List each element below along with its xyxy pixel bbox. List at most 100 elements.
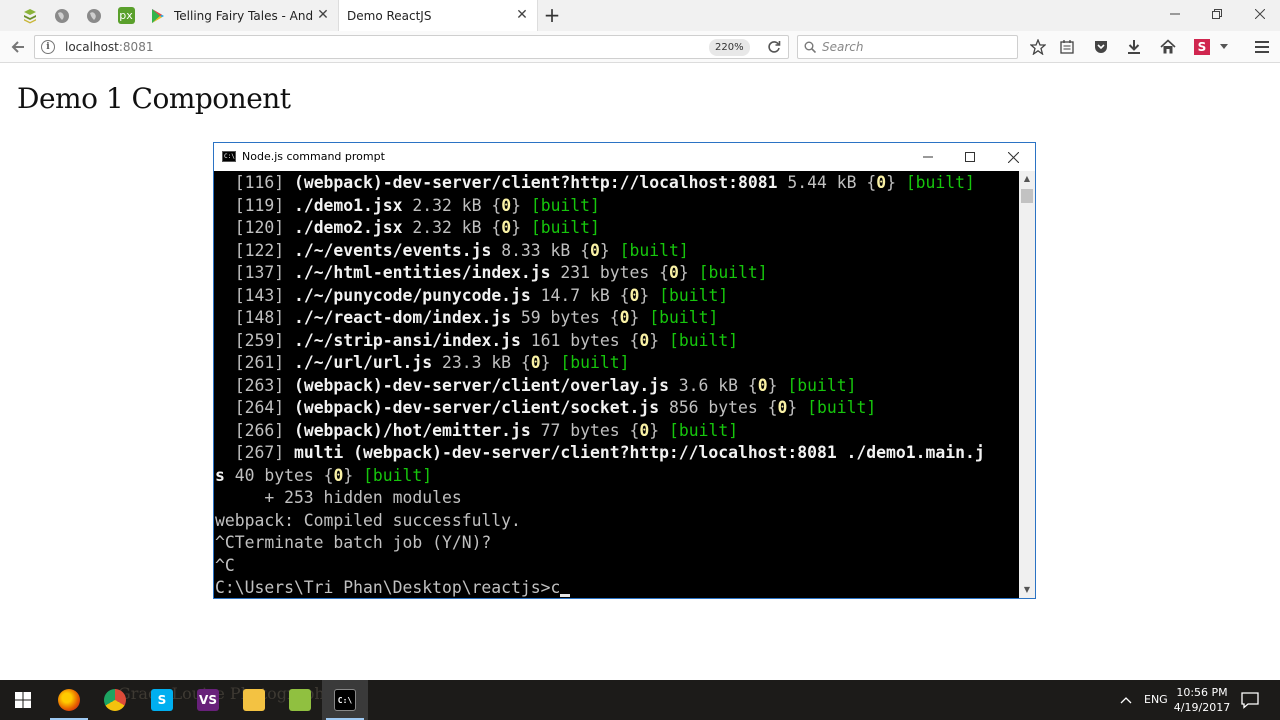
url-port: :8081 <box>118 40 154 54</box>
url-text[interactable]: localhost:8081 <box>65 40 153 54</box>
console-text-segment: 23.3 kB <box>432 353 521 372</box>
console-text-segment: (webpack)-dev-server/client/socket.js <box>293 398 660 417</box>
hamburger-menu-icon[interactable] <box>1251 36 1273 58</box>
command-prompt-icon: C:\ <box>334 689 356 711</box>
reading-list-icon[interactable] <box>1056 36 1078 58</box>
console-text-segment: 0 <box>619 308 630 327</box>
console-text-segment: ./~/events/events.js <box>293 240 492 260</box>
skype-icon: S <box>151 689 173 711</box>
tab-demo-reactjs[interactable]: Demo ReactJS ✕ <box>338 0 538 31</box>
bookmark-star-icon[interactable] <box>1027 36 1049 58</box>
console-text-segment: ./~/url/url.js <box>293 353 433 372</box>
search-input[interactable]: Search <box>822 40 864 54</box>
console-text-segment: [built] <box>619 240 689 260</box>
taskbar-app-firefox[interactable] <box>46 680 92 720</box>
reload-icon[interactable] <box>765 38 783 56</box>
text-cursor <box>560 594 571 597</box>
zoom-level-badge[interactable]: 220% <box>709 39 750 56</box>
minimize-icon <box>1169 13 1180 15</box>
console-text-segment: { <box>580 240 591 260</box>
console-text-segment: 0 <box>876 173 887 192</box>
console-scrollbar[interactable]: ▲ ▼ <box>1019 171 1035 598</box>
taskbar-app-file-explorer[interactable] <box>231 680 277 720</box>
console-text-segment: { <box>629 330 640 350</box>
console-line: [143] ./~/punycode/punycode.js 14.7 kB {… <box>215 285 1019 308</box>
console-text-segment: + 253 hidden modules <box>215 488 462 507</box>
site-info-icon[interactable]: i <box>41 40 55 54</box>
search-bar[interactable]: Search <box>797 35 1018 59</box>
close-window-button[interactable] <box>1237 0 1280 28</box>
pinned-tab-globe-2[interactable] <box>78 0 110 31</box>
console-text-segment: } <box>599 240 620 260</box>
scrollbar-thumb[interactable] <box>1021 189 1033 203</box>
minimize-button[interactable] <box>1152 0 1197 28</box>
console-output[interactable]: [116] (webpack)-dev-server/client?http:/… <box>214 171 1019 598</box>
console-text-segment: 0 <box>777 398 788 417</box>
console-line: + 253 hidden modules <box>215 487 1019 510</box>
back-button[interactable] <box>6 36 30 58</box>
pocket-icon[interactable] <box>1090 36 1112 58</box>
input-language[interactable]: ENG <box>1144 693 1168 706</box>
console-text-segment: [263] <box>215 375 294 395</box>
taskbar-app-notepad-plus[interactable] <box>277 680 323 720</box>
console-close-button[interactable] <box>992 143 1034 171</box>
console-text-segment: [264] <box>215 398 294 417</box>
console-text-segment: [built] <box>649 308 719 327</box>
console-text-segment: { <box>520 353 531 372</box>
close-tab-icon[interactable]: ✕ <box>316 8 330 22</box>
console-line: [116] (webpack)-dev-server/client?http:/… <box>215 172 1019 195</box>
pinned-tab-globe-1[interactable] <box>46 0 78 31</box>
console-text-segment: } <box>787 398 808 417</box>
taskbar-app-visual-studio[interactable]: VS <box>185 680 231 720</box>
console-line: [267] multi (webpack)-dev-server/client?… <box>215 442 1019 465</box>
close-icon <box>1254 9 1265 19</box>
console-text-segment: 14.7 kB <box>530 285 620 305</box>
nodejs-command-prompt-window[interactable]: C:\ Node.js command prompt [116] (webpac… <box>213 142 1036 599</box>
restore-icon <box>1211 9 1222 19</box>
console-maximize-button[interactable] <box>949 143 991 171</box>
pinned-tab-pixlr[interactable]: px <box>110 0 142 31</box>
console-title-bar[interactable]: C:\ Node.js command prompt <box>214 143 1035 171</box>
console-text-segment: ^C <box>215 555 235 575</box>
taskbar-app-skype[interactable]: S <box>139 680 185 720</box>
new-tab-button[interactable]: + <box>540 3 564 27</box>
extension-s-icon[interactable]: S <box>1191 36 1213 58</box>
console-text-segment: { <box>866 173 877 192</box>
taskbar-app-command-prompt[interactable]: C:\ <box>322 680 368 720</box>
home-icon[interactable] <box>1157 36 1179 58</box>
console-text-segment: { <box>747 375 758 395</box>
show-hidden-icons-chevron-icon[interactable] <box>1118 692 1134 708</box>
maximize-icon <box>965 152 975 162</box>
console-text-segment: 3.6 kB <box>668 375 748 395</box>
start-button[interactable] <box>0 680 46 720</box>
clock[interactable]: 10:56 PM 4/19/2017 <box>1170 685 1234 715</box>
bookmark-icon <box>22 7 39 24</box>
console-text-segment: { <box>609 308 620 327</box>
scroll-down-arrow-icon[interactable]: ▼ <box>1019 582 1035 598</box>
console-line: [120] ./demo2.jsx 2.32 kB {0} [built] <box>215 217 1019 240</box>
console-text-segment: [261] <box>215 353 294 372</box>
restore-button[interactable] <box>1194 0 1239 28</box>
extension-menu-chevron-icon[interactable] <box>1216 36 1232 58</box>
taskbar-app-chrome[interactable] <box>92 680 138 720</box>
scroll-up-arrow-icon[interactable]: ▲ <box>1019 171 1035 187</box>
pinned-tab-bookmarks[interactable] <box>14 0 46 31</box>
console-text-segment: 856 bytes <box>659 398 768 417</box>
console-minimize-button[interactable] <box>907 143 949 171</box>
console-text-segment: [built] <box>698 263 768 282</box>
console-text-segment: 2.32 kB <box>402 218 492 237</box>
console-line: [261] ./~/url/url.js 23.3 kB {0} [built] <box>215 352 1019 375</box>
console-text-segment: 0 <box>590 240 600 260</box>
action-center-icon[interactable] <box>1240 690 1260 710</box>
console-line: ^CTerminate batch job (Y/N)? <box>215 532 1019 555</box>
console-text-segment: [built] <box>530 218 600 237</box>
console-line: [259] ./~/strip-ansi/index.js 161 bytes … <box>215 330 1019 353</box>
console-text-segment: } <box>511 218 531 237</box>
console-text-segment: 0 <box>668 263 679 282</box>
globe-icon <box>86 7 103 24</box>
close-tab-icon[interactable]: ✕ <box>515 8 529 22</box>
extension-badge: S <box>1194 39 1210 55</box>
tab-telling-fairy-tales[interactable]: Telling Fairy Tales - Andro... ✕ <box>142 0 338 31</box>
url-bar[interactable]: i localhost:8081 220% <box>34 35 789 59</box>
downloads-icon[interactable] <box>1123 36 1145 58</box>
